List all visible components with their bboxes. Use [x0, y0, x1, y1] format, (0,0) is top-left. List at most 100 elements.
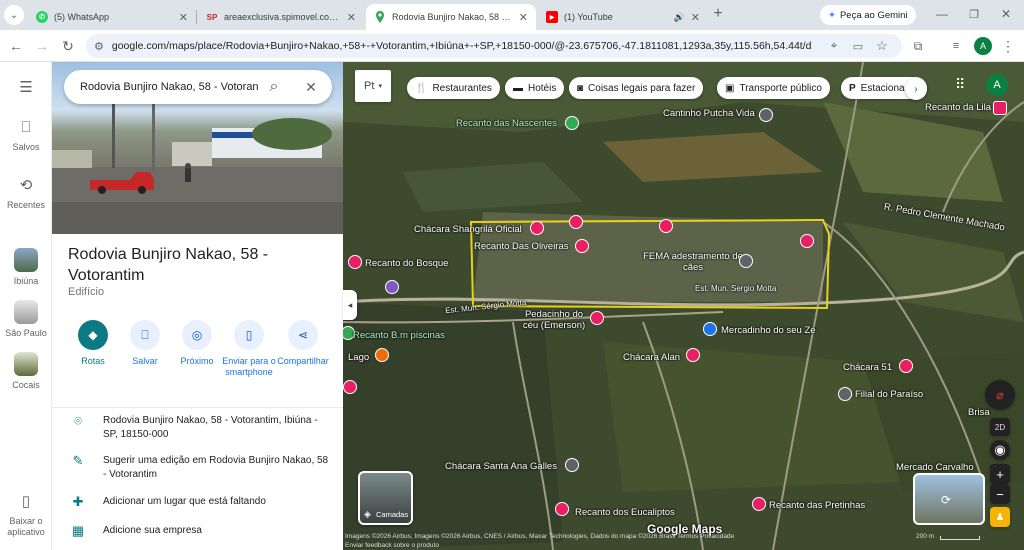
- map-pin[interactable]: [739, 254, 753, 268]
- map-pin[interactable]: [530, 221, 544, 235]
- map-pin[interactable]: [385, 280, 399, 294]
- close-tab-icon[interactable]: ✕: [179, 11, 188, 24]
- map-pin[interactable]: [800, 234, 814, 248]
- map-label-paraiso[interactable]: Filial do Paraíso: [855, 389, 923, 400]
- map-label-mercadinho[interactable]: Mercadinho do seu Zé: [721, 325, 816, 336]
- tab-google-maps[interactable]: Rodovia Bunjiro Nakao, 58 - Vot ✕: [366, 4, 536, 30]
- language-button[interactable]: Pt ▾: [355, 70, 391, 102]
- map-label-lago[interactable]: Lago: [348, 352, 369, 363]
- map-pin[interactable]: [759, 108, 773, 122]
- location-icon[interactable]: ⌖: [826, 38, 842, 54]
- add-place-row[interactable]: ✚ Adicionar um lugar que está faltando: [68, 495, 334, 509]
- view-2d-button[interactable]: 2D: [990, 418, 1010, 436]
- close-tab-icon[interactable]: ✕: [519, 11, 528, 24]
- map-pin[interactable]: [569, 215, 583, 229]
- map-label-bosque[interactable]: Recanto do Bosque: [365, 258, 448, 269]
- save-button[interactable]: ⎕ Salvar: [117, 320, 173, 367]
- extensions-icon[interactable]: ⧉: [908, 36, 928, 56]
- search-icon[interactable]: ⌕: [264, 77, 284, 97]
- recents-button[interactable]: ⟲ Recentes: [0, 176, 52, 210]
- map-label-eucaliptos[interactable]: Recanto dos Eucaliptos: [575, 507, 675, 518]
- minimize-window-button[interactable]: —: [932, 4, 952, 24]
- tab-youtube[interactable]: ▶ (1) YouTube 🔊 ✕: [538, 4, 708, 30]
- saved-button[interactable]: ⎕ Salvos: [0, 118, 52, 152]
- place-category[interactable]: Edifício: [68, 286, 104, 298]
- install-app-icon[interactable]: ▭: [850, 38, 866, 54]
- map-pin[interactable]: [993, 101, 1007, 115]
- map-pin[interactable]: [686, 348, 700, 362]
- map-pin[interactable]: [555, 502, 569, 516]
- forward-button[interactable]: →: [32, 36, 52, 56]
- pegman-button[interactable]: ♟: [990, 507, 1010, 527]
- satellite-map[interactable]: Pt ▾ 🍴 Restaurantes ▬ Hotéis ◙ Coisas legai…: [343, 62, 1024, 550]
- map-label-mercado-carvalho[interactable]: Mercado Carvalho: [896, 462, 974, 473]
- feedback-link[interactable]: Enviar feedback sobre o produto: [345, 541, 1024, 550]
- map-label-chacara51[interactable]: Chácara 51: [843, 362, 892, 373]
- close-tab-icon[interactable]: ✕: [347, 11, 356, 24]
- map-label-brisa[interactable]: Brisa: [968, 407, 990, 418]
- address-bar[interactable]: ⚙ google.com/maps/place/Rodovia+Bunjiro+…: [86, 34, 902, 58]
- place-street-view-photo[interactable]: ⌕ ✕: [52, 62, 343, 234]
- chip-restaurants[interactable]: 🍴 Restaurantes: [407, 77, 500, 99]
- tab-search-button[interactable]: ⌄: [4, 5, 24, 25]
- map-label-alan[interactable]: Chácara Alan: [623, 352, 680, 363]
- recent-ibiuna[interactable]: Ibiúna: [0, 248, 52, 286]
- tab-whatsapp[interactable]: ✆ (5) WhatsApp ✕: [28, 4, 196, 30]
- gemini-button[interactable]: ✦ Peça ao Gemini: [820, 5, 916, 25]
- collapse-panel-button[interactable]: ◂: [343, 290, 357, 320]
- map-pin[interactable]: [752, 497, 766, 511]
- add-business-row[interactable]: ▦ Adicione sua empresa: [68, 524, 334, 538]
- reload-button[interactable]: ↻: [58, 36, 78, 56]
- more-menu-icon[interactable]: ⋮: [998, 36, 1018, 56]
- map-label-shangrila[interactable]: Chácara Shangrilá Oficial: [414, 224, 522, 235]
- zoom-in-button[interactable]: +: [990, 464, 1010, 484]
- map-label-sergio-motta-2[interactable]: Est. Mun. Sergio Motta: [695, 284, 776, 293]
- share-button[interactable]: ⋖ Compartilhar: [273, 320, 333, 367]
- download-app-button[interactable]: ▯ Baixar o aplicativo: [0, 492, 52, 538]
- map-pin[interactable]: [565, 458, 579, 472]
- bookmark-star-icon[interactable]: ☆: [874, 38, 890, 54]
- audio-playing-icon[interactable]: 🔊: [674, 12, 685, 23]
- site-info-icon[interactable]: ⚙: [94, 40, 104, 53]
- map-label-oliveiras[interactable]: Recanto Das Oliveiras: [474, 241, 569, 252]
- search-box[interactable]: ⌕ ✕: [64, 70, 332, 104]
- new-tab-button[interactable]: +: [708, 4, 728, 24]
- google-apps-icon[interactable]: ⠿: [955, 76, 965, 93]
- chip-things-to-do[interactable]: ◙ Coisas legais para fazer: [569, 77, 704, 99]
- url-text[interactable]: google.com/maps/place/Rodovia+Bunjiro+Na…: [112, 40, 812, 52]
- map-pin[interactable]: [838, 387, 852, 401]
- map-pin[interactable]: [348, 255, 362, 269]
- layers-button[interactable]: ◈ Camadas: [358, 471, 413, 525]
- search-input[interactable]: [80, 81, 260, 93]
- shop-pin-icon[interactable]: [703, 322, 717, 336]
- send-to-phone-button[interactable]: ▯ Enviar para o smartphone: [221, 320, 277, 378]
- chip-hotels[interactable]: ▬ Hotéis: [505, 77, 565, 99]
- park-pin-icon[interactable]: [565, 116, 579, 130]
- map-label-cantinho[interactable]: Cantinho Putcha Vida: [663, 108, 755, 119]
- scale-label[interactable]: 200 m: [916, 532, 934, 541]
- map-label-piscinas[interactable]: Recanto B.m piscinas: [353, 330, 445, 341]
- my-location-button[interactable]: ◉: [990, 440, 1010, 460]
- close-tab-icon[interactable]: ✕: [691, 11, 700, 24]
- profile-avatar[interactable]: A: [974, 37, 992, 55]
- compass-button[interactable]: ⌀: [985, 380, 1015, 410]
- map-pin[interactable]: [899, 359, 913, 373]
- recent-cocais[interactable]: Cocais: [0, 352, 52, 390]
- close-window-button[interactable]: ✕: [996, 4, 1016, 24]
- map-label-pedacinho[interactable]: Pedacinho do céu (Emerson): [519, 309, 589, 331]
- map-label-recanto-nascentes[interactable]: Recanto das Nascentes: [456, 118, 557, 129]
- suggest-edit-row[interactable]: ✎ Sugerir uma edição em Rodovia Bunjiro N…: [68, 454, 334, 482]
- restore-window-button[interactable]: ❐: [964, 4, 984, 24]
- map-pin[interactable]: [659, 219, 673, 233]
- close-icon[interactable]: ✕: [301, 77, 321, 97]
- map-label-pretinhas[interactable]: Recanto das Pretinhas: [769, 500, 865, 511]
- chip-transit[interactable]: ▣ Transporte público: [717, 77, 830, 99]
- map-label-santa-ana[interactable]: Chácara Santa Ana Galles: [445, 461, 557, 472]
- address-row[interactable]: ⌾ Rodovia Bunjiro Nakao, 58 - Votorantim,…: [68, 414, 334, 442]
- back-button[interactable]: ←: [6, 36, 26, 56]
- nearby-button[interactable]: ◎ Próximo: [169, 320, 225, 367]
- chips-scroll-right-button[interactable]: ›: [905, 78, 927, 100]
- map-pin[interactable]: [575, 239, 589, 253]
- map-label-recanto-lila[interactable]: Recanto da Lila: [925, 102, 991, 113]
- map-label-fema[interactable]: FEMA adestramento de cães: [643, 251, 743, 273]
